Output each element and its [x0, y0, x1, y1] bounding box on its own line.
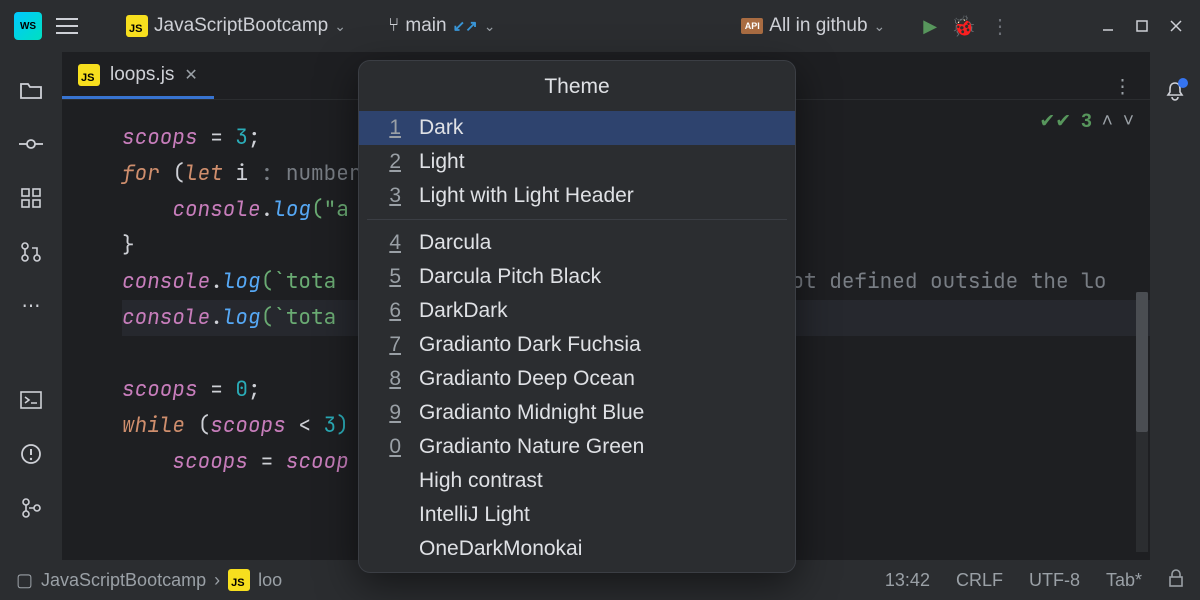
vcs-tool-icon[interactable]: [19, 496, 43, 520]
separator: [367, 219, 787, 220]
theme-option[interactable]: 2 Light: [359, 145, 795, 179]
theme-hotkey: 9: [387, 401, 401, 425]
chevron-down-icon: ⌄: [874, 18, 886, 35]
tab-filename-label: loops.js: [110, 64, 174, 86]
run-button[interactable]: ▶: [923, 16, 937, 37]
theme-label: Light: [419, 150, 465, 174]
theme-label: Dark: [419, 116, 463, 140]
notifications-button[interactable]: [1164, 80, 1186, 108]
left-tool-rail: ⋯: [0, 52, 62, 560]
run-config-selector[interactable]: API All in github ⌄: [741, 15, 885, 37]
theme-option[interactable]: 9 Gradianto Midnight Blue: [359, 396, 795, 430]
branch-icon: ⑂: [388, 15, 399, 37]
close-button[interactable]: [1166, 16, 1186, 36]
vcs-branch-widget[interactable]: ⑂ main ↙↗ ⌄: [388, 15, 495, 37]
theme-hotkey: 4: [387, 231, 401, 255]
caret-position[interactable]: 13:42: [885, 570, 930, 591]
theme-switcher-popup: Theme 1 Dark 2 Light 3 Light with Light Heade…: [358, 60, 796, 573]
main-menu-button[interactable]: [56, 18, 78, 34]
theme-option[interactable]: 1 Dark: [359, 111, 795, 145]
theme-label: Light with Light Header: [419, 184, 634, 208]
more-actions-button[interactable]: ⋮: [990, 14, 1010, 39]
readonly-toggle-icon[interactable]: [1168, 569, 1184, 592]
run-config-label: All in github: [769, 15, 867, 37]
close-icon[interactable]: ✕: [184, 65, 197, 85]
indent-widget[interactable]: Tab*: [1106, 570, 1142, 591]
file-tab-loops[interactable]: JS loops.js ✕: [62, 53, 214, 99]
theme-option[interactable]: 0 Gradianto Nature Green: [359, 430, 795, 464]
chevron-down-icon: ⌄: [334, 18, 346, 35]
webstorm-logo: WS: [14, 12, 42, 40]
line-separator[interactable]: CRLF: [956, 570, 1003, 591]
file-encoding[interactable]: UTF-8: [1029, 570, 1080, 591]
theme-hotkey: 3: [387, 184, 401, 208]
theme-label: OneDarkMonokai: [419, 537, 582, 561]
minimize-button[interactable]: [1098, 16, 1118, 36]
project-tool-icon[interactable]: [19, 78, 43, 102]
theme-option[interactable]: 0OneDarkMonokai: [359, 532, 795, 566]
breadcrumb-root: JavaScriptBootcamp: [41, 570, 206, 591]
api-icon: API: [741, 18, 763, 34]
theme-label: DarkDark: [419, 299, 508, 323]
right-tool-rail: [1150, 52, 1200, 560]
js-icon: JS: [228, 569, 250, 591]
theme-hotkey: 1: [387, 116, 401, 140]
theme-hotkey: 2: [387, 150, 401, 174]
editor-scrollbar[interactable]: [1136, 292, 1148, 552]
theme-label: Gradianto Dark Fuchsia: [419, 333, 641, 357]
theme-option[interactable]: 7 Gradianto Dark Fuchsia: [359, 328, 795, 362]
theme-option[interactable]: 8 Gradianto Deep Ocean: [359, 362, 795, 396]
maximize-button[interactable]: [1132, 16, 1152, 36]
popup-title: Theme: [359, 61, 795, 111]
breadcrumb-file: loo: [258, 570, 282, 591]
theme-label: Darcula Pitch Black: [419, 265, 601, 289]
theme-option[interactable]: 6 DarkDark: [359, 294, 795, 328]
pull-requests-tool-icon[interactable]: [19, 240, 43, 264]
js-icon: JS: [78, 64, 100, 86]
theme-label: Gradianto Nature Green: [419, 435, 644, 459]
terminal-tool-icon[interactable]: [19, 388, 43, 412]
theme-label: High contrast: [419, 469, 543, 493]
structure-tool-icon[interactable]: [19, 186, 43, 210]
theme-label: Gradianto Deep Ocean: [419, 367, 635, 391]
theme-hotkey: 8: [387, 367, 401, 391]
chevron-down-icon: ⌄: [484, 18, 496, 35]
titlebar: WS JS JavaScriptBootcamp ⌄ ⑂ main ↙↗ ⌄ A…: [0, 0, 1200, 52]
theme-label: Darcula: [419, 231, 491, 255]
problems-tool-icon[interactable]: [19, 442, 43, 466]
theme-hotkey: 7: [387, 333, 401, 357]
breadcrumb[interactable]: ▢ JavaScriptBootcamp › JS loo: [16, 569, 282, 591]
js-icon: JS: [126, 15, 148, 37]
project-selector[interactable]: JS JavaScriptBootcamp ⌄: [126, 15, 346, 37]
theme-hotkey: 0: [387, 435, 401, 459]
theme-label: Gradianto Midnight Blue: [419, 401, 644, 425]
editor-more-icon[interactable]: ⋮: [1113, 76, 1132, 99]
folder-icon: ▢: [16, 570, 33, 591]
more-tools-icon[interactable]: ⋯: [19, 294, 43, 318]
branch-name-label: main: [405, 15, 446, 37]
theme-hotkey: 5: [387, 265, 401, 289]
theme-option[interactable]: 4 Darcula: [359, 226, 795, 260]
theme-hotkey: 6: [387, 299, 401, 323]
theme-label: IntelliJ Light: [419, 503, 530, 527]
theme-option[interactable]: 5 Darcula Pitch Black: [359, 260, 795, 294]
incoming-outgoing-icon: ↙↗: [453, 17, 478, 35]
notification-dot-icon: [1178, 78, 1188, 88]
theme-option[interactable]: 0High contrast: [359, 464, 795, 498]
commit-tool-icon[interactable]: [19, 132, 43, 156]
project-name-label: JavaScriptBootcamp: [154, 15, 328, 37]
theme-option[interactable]: 3 Light with Light Header: [359, 179, 795, 213]
debug-button[interactable]: 🐞: [951, 14, 976, 39]
theme-option[interactable]: 0IntelliJ Light: [359, 498, 795, 532]
